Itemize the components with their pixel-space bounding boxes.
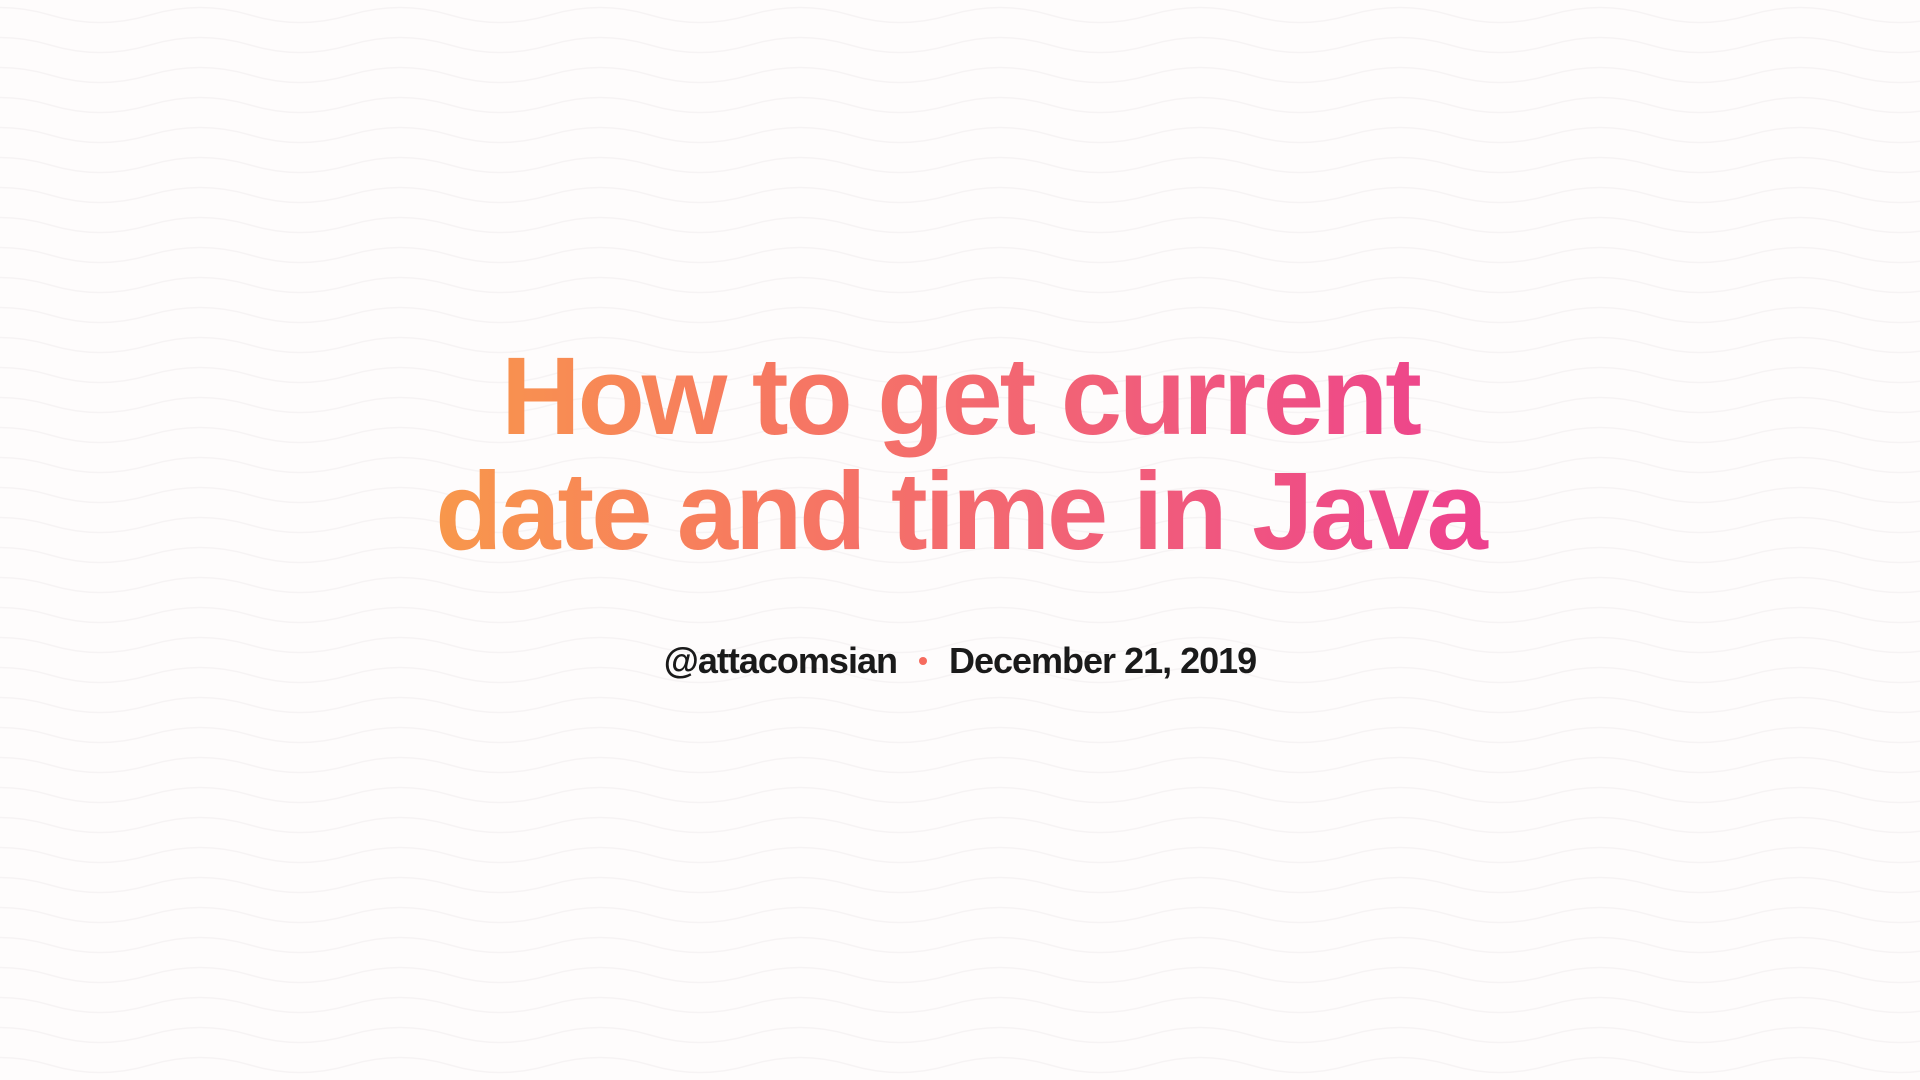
author-handle: @attacomsian <box>664 640 897 682</box>
article-title: How to get current date and time in Java <box>410 339 1510 570</box>
publish-date: December 21, 2019 <box>949 640 1256 682</box>
article-meta: @attacomsian December 21, 2019 <box>664 640 1256 682</box>
card-content: How to get current date and time in Java… <box>410 339 1510 682</box>
dot-separator-icon <box>919 657 927 665</box>
